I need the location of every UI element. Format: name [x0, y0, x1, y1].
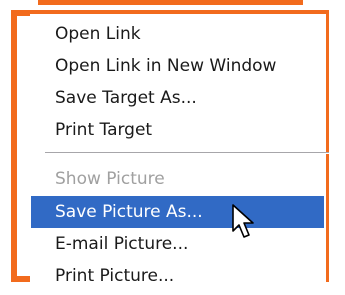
- callout-frame-top: [38, 0, 303, 5]
- arrow-pointer-icon: [232, 204, 254, 238]
- menu-item-save-target-as[interactable]: Save Target As...: [31, 82, 324, 114]
- context-menu: Open Link Open Link in New Window Save T…: [30, 14, 329, 286]
- menu-item-open-link-new-window[interactable]: Open Link in New Window: [31, 50, 324, 82]
- menu-separator: [45, 152, 329, 154]
- menu-item-print-target[interactable]: Print Target: [31, 114, 324, 146]
- menu-item-show-picture: Show Picture: [55, 169, 165, 189]
- menu-item-print-picture[interactable]: Print Picture...: [31, 260, 324, 292]
- menu-item-email-picture[interactable]: E-mail Picture...: [31, 228, 324, 260]
- menu-item-open-link[interactable]: Open Link: [31, 18, 324, 50]
- menu-item-save-picture-as[interactable]: Save Picture As...: [31, 196, 324, 228]
